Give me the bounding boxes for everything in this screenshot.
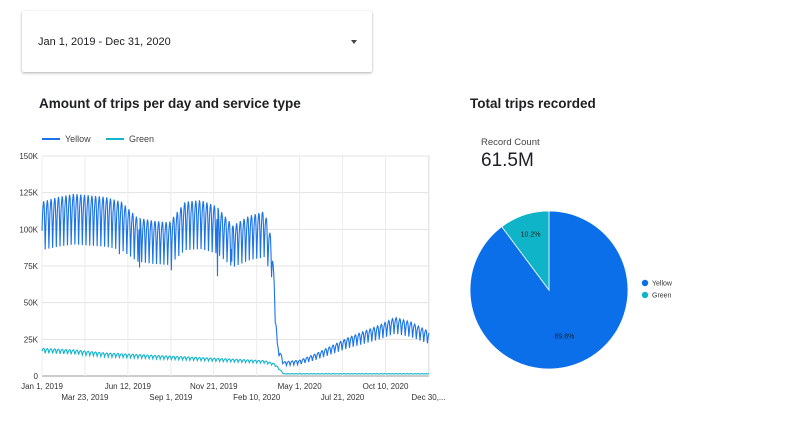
pie-legend-dot-green: [641, 291, 649, 299]
pie-legend-label-green: Green: [652, 293, 672, 300]
x-tick-label: Nov 21, 2019: [190, 382, 238, 391]
x-tick-label: Jul 21, 2020: [321, 393, 365, 402]
x-tick-label: Oct 10, 2020: [363, 382, 409, 391]
y-tick-label: 50K: [24, 299, 39, 308]
x-tick-label: Dec 30,...: [411, 393, 445, 402]
y-tick-label: 150K: [19, 152, 38, 161]
pie-slice-label-green: 10.2%: [521, 232, 541, 239]
x-tick-label: Mar 23, 2019: [61, 393, 109, 402]
pie-legend-label-yellow: Yellow: [652, 281, 673, 288]
pie-legend-dot-yellow: [641, 279, 649, 287]
x-tick-label: Jun 12, 2019: [105, 382, 152, 391]
x-tick-label: Jan 1, 2019: [21, 382, 63, 391]
x-tick-label: Sep 1, 2019: [149, 393, 193, 402]
x-tick-label: May 1, 2020: [278, 382, 323, 391]
y-tick-label: 75K: [24, 262, 39, 271]
y-tick-label: 100K: [19, 225, 38, 234]
pie-slice-label-yellow: 89.8%: [554, 333, 574, 340]
y-tick-label: 125K: [19, 189, 38, 198]
y-tick-label: 0: [34, 372, 39, 381]
y-tick-label: 25K: [24, 335, 39, 344]
x-tick-label: Feb 10, 2020: [233, 393, 281, 402]
charts-canvas: 0 25K 50K 75K 100K 125K 150K Jan 1, 2019 Mar 23,…: [19, 152, 673, 402]
series-line-green: [41, 347, 430, 375]
